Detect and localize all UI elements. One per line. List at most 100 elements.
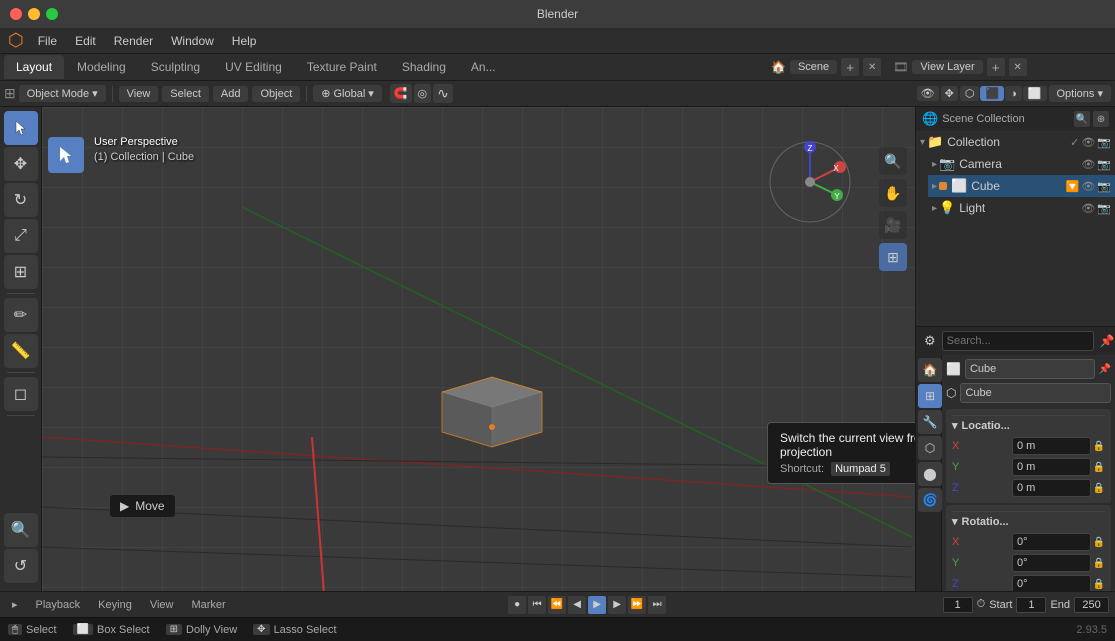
viewport-hand-button[interactable]: ✋ xyxy=(879,179,907,207)
wireframe-button[interactable]: ⬡ xyxy=(960,86,980,101)
outliner-filter-button[interactable]: 🔍 xyxy=(1074,111,1090,127)
menu-help[interactable]: Help xyxy=(224,32,265,50)
properties-search[interactable] xyxy=(942,331,1094,351)
minimize-button[interactable] xyxy=(28,8,40,20)
add-button[interactable]: Add xyxy=(213,86,249,102)
tab-texture-paint[interactable]: Texture Paint xyxy=(295,55,389,79)
modifier-props-button[interactable]: 🔧 xyxy=(918,410,942,434)
solid-button[interactable]: ⬛ xyxy=(980,86,1004,101)
keyframe-dot-button[interactable]: ● xyxy=(508,596,526,614)
rot-z-value: 0° xyxy=(1017,578,1028,590)
scene-add-button[interactable]: + xyxy=(841,58,859,76)
viewport-zoom-button[interactable]: 🔍 xyxy=(4,513,38,547)
tab-layout[interactable]: Layout xyxy=(4,55,64,79)
viewport[interactable]: User Perspective (1) Collection | Cube X… xyxy=(42,107,915,591)
options-button[interactable]: Options ▾ xyxy=(1049,85,1112,102)
current-frame-field[interactable]: 1 xyxy=(943,597,973,613)
play-button[interactable]: ▶ xyxy=(588,596,606,614)
next-frame-button[interactable]: ⏩ xyxy=(628,596,646,614)
rotation-header[interactable]: ▾ Rotatio... xyxy=(952,511,1105,531)
tab-sculpting[interactable]: Sculpting xyxy=(139,55,212,79)
viewport-camera-button[interactable]: 🎥 xyxy=(879,211,907,239)
rendered-button[interactable]: ⬜ xyxy=(1023,86,1047,101)
maximize-button[interactable] xyxy=(46,8,58,20)
rot-x-value: 0° xyxy=(1017,536,1028,548)
timeline-view-button[interactable]: View xyxy=(144,598,180,612)
keying-button[interactable]: Keying xyxy=(92,598,138,612)
material-props-button[interactable]: ⬤ xyxy=(918,462,942,486)
proportional-button[interactable]: ◎ xyxy=(414,84,432,103)
rotate-tool-button[interactable]: ↻ xyxy=(4,183,38,217)
next-keyframe-button[interactable]: ▶ xyxy=(608,596,626,614)
select-button[interactable]: Select xyxy=(162,86,209,102)
playback-button[interactable]: Playback xyxy=(30,598,87,612)
viewlayer-selector[interactable]: View Layer xyxy=(912,60,982,74)
statusbar: 🖱 Select ⬜ Box Select ⊞ Dolly View ✥ Las… xyxy=(0,617,1115,641)
object-mode-button[interactable]: Object Mode ▾ xyxy=(19,85,106,102)
view-button[interactable]: View xyxy=(119,86,159,102)
measure-tool-button[interactable]: 📏 xyxy=(4,334,38,368)
menu-edit[interactable]: Edit xyxy=(67,32,104,50)
scale-tool-button[interactable]: ⤢ xyxy=(4,219,38,253)
outliner-add-button[interactable]: ⊕ xyxy=(1093,111,1109,127)
jump-end-button[interactable]: ⏭ xyxy=(648,596,666,614)
rotate-view-button[interactable]: ↺ xyxy=(4,549,38,583)
move-tool-button[interactable]: ✥ xyxy=(4,147,38,181)
prev-frame-button[interactable]: ⏪ xyxy=(548,596,566,614)
scene-selector[interactable]: Scene xyxy=(790,60,837,74)
loc-y-field[interactable]: 0 m xyxy=(1012,458,1091,476)
scene-props-button[interactable]: 🏠 xyxy=(918,358,942,382)
physics-props-button[interactable]: 🌀 xyxy=(918,488,942,512)
outliner-controls: 🔍 ⊕ xyxy=(1074,111,1109,127)
scene-remove-button[interactable]: ✕ xyxy=(863,58,881,76)
transform-global-button[interactable]: ⊕ Global ▾ xyxy=(313,85,382,102)
object-button[interactable]: Object xyxy=(252,86,300,102)
start-frame-field[interactable]: 1 xyxy=(1016,597,1046,613)
menu-window[interactable]: Window xyxy=(163,32,222,50)
outliner-scene-collection[interactable]: ▾ 📁 Collection ✓ 👁 📷 xyxy=(916,131,1115,153)
rot-y-field[interactable]: 0° xyxy=(1012,554,1091,572)
tab-animation[interactable]: An... xyxy=(459,55,508,79)
object-props-button[interactable]: ⊞ xyxy=(918,384,942,408)
tab-uv-editing[interactable]: UV Editing xyxy=(213,55,294,79)
cursor-tool-button[interactable] xyxy=(4,111,38,145)
marker-button[interactable]: Marker xyxy=(185,598,231,612)
outliner-cube[interactable]: ▸ ⬜ Cube 🔽 👁 📷 xyxy=(928,175,1115,197)
gizmo-button[interactable]: ✥ xyxy=(941,86,958,101)
viewport-projection-button[interactable]: ⊞ xyxy=(879,243,907,271)
collection-label: (1) Collection | Cube xyxy=(94,150,194,165)
move-chevron-icon: ▶ xyxy=(120,499,129,513)
snap-button[interactable]: 🧲 xyxy=(390,84,412,103)
loc-z-field[interactable]: 0 m xyxy=(1012,479,1091,497)
object-name-value: Cube xyxy=(970,363,996,375)
jump-start-button[interactable]: ⏮ xyxy=(528,596,546,614)
menu-render[interactable]: Render xyxy=(106,32,161,50)
mesh-name-field[interactable]: Cube xyxy=(960,383,1111,403)
annotate-tool-button[interactable]: ✏ xyxy=(4,298,38,332)
viewlayer-add-button[interactable]: + xyxy=(987,58,1005,76)
timeline-chevron-button[interactable]: ▸ xyxy=(6,597,24,612)
navigation-gizmo[interactable]: X Y Z xyxy=(765,137,855,227)
overlay-button[interactable]: 👁 xyxy=(917,86,939,101)
tab-modeling[interactable]: Modeling xyxy=(65,55,138,79)
close-button[interactable] xyxy=(10,8,22,20)
end-frame-field[interactable]: 250 xyxy=(1074,597,1109,613)
viewport-zoom-in-button[interactable]: 🔍 xyxy=(879,147,907,175)
loc-x-field[interactable]: 0 m xyxy=(1012,437,1091,455)
rot-z-field[interactable]: 0° xyxy=(1012,575,1091,591)
menu-file[interactable]: File xyxy=(30,32,65,50)
viewlayer-remove-button[interactable]: ✕ xyxy=(1009,58,1027,76)
bottom-tool-group: 🔍 ↺ xyxy=(4,513,38,587)
outliner-camera[interactable]: ▸ 📷 Camera 👁 📷 xyxy=(928,153,1115,175)
rot-x-field[interactable]: 0° xyxy=(1012,533,1091,551)
curve-button[interactable]: ∿ xyxy=(433,84,453,103)
transform-tool-button[interactable]: ⊞ xyxy=(4,255,38,289)
outliner-light[interactable]: ▸ 💡 Light 👁 📷 xyxy=(928,197,1115,219)
material-preview-button[interactable]: ◑ xyxy=(1005,86,1022,101)
data-props-button[interactable]: ⬡ xyxy=(918,436,942,460)
object-name-field[interactable]: Cube xyxy=(965,359,1095,379)
prev-keyframe-button[interactable]: ◀ xyxy=(568,596,586,614)
add-cube-tool-button[interactable]: ◻ xyxy=(4,377,38,411)
tab-shading[interactable]: Shading xyxy=(390,55,458,79)
location-header[interactable]: ▾ Locatio... xyxy=(952,415,1105,435)
